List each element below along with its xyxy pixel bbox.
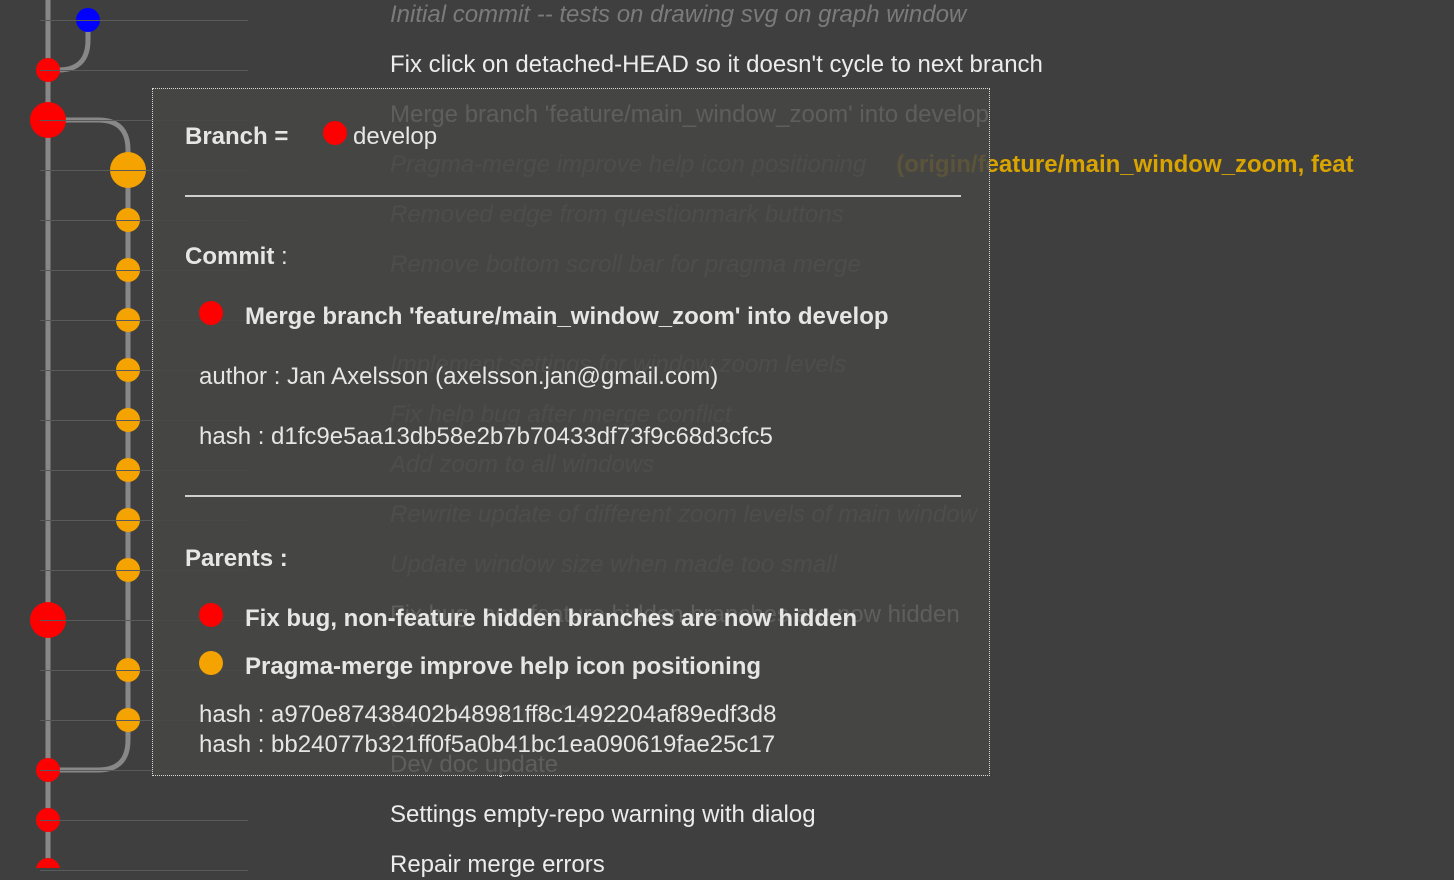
row-separator	[40, 820, 248, 821]
parent-1-hash: hash : a970e87438402b48981ff8c1492204af8…	[199, 701, 777, 728]
parent-2-hash: hash : bb24077b321ff0f5a0b41bc1ea090619f…	[199, 731, 776, 758]
branch-color-dot	[323, 121, 347, 145]
commit-author: author : Jan Axelsson (axelsson.jan@gmai…	[199, 363, 719, 390]
parents-label: Parents :	[185, 545, 288, 572]
commit-row-message: Fix click on detached-HEAD so it doesn't…	[390, 51, 1043, 78]
commit-node[interactable]	[36, 858, 60, 868]
parent-2-color-dot	[199, 651, 223, 675]
branch-label: Branch =	[185, 123, 289, 150]
parent-1-message: Fix bug, non-feature hidden branches are…	[245, 605, 858, 632]
commit-label: Commit	[185, 243, 275, 270]
commit-row[interactable]: Initial commit -- tests on drawing svg o…	[390, 0, 966, 30]
parent-2-message: Pragma-merge improve help icon positioni…	[245, 653, 762, 680]
commit-row[interactable]: Settings empty-repo warning with dialog	[390, 800, 816, 830]
branch-name: develop	[353, 123, 438, 150]
commit-tooltip: Branch = develop Commit : Merge branch '…	[152, 88, 990, 776]
feature-branch-edge	[48, 117, 131, 773]
separator	[185, 495, 961, 497]
commit-row-message: Settings empty-repo warning with dialog	[390, 801, 816, 828]
commit-row-message: Initial commit -- tests on drawing svg o…	[390, 1, 967, 28]
commit-color-dot	[199, 301, 223, 325]
commit-label-suffix: :	[274, 243, 288, 270]
row-separator	[40, 20, 248, 21]
separator	[185, 195, 961, 197]
commit-row[interactable]: Repair merge errors	[390, 850, 605, 880]
parent-1-color-dot	[199, 603, 223, 627]
commit-row-message: Repair merge errors	[390, 851, 605, 878]
row-separator	[40, 70, 248, 71]
commit-message: Merge branch 'feature/main_window_zoom' …	[245, 303, 889, 330]
row-separator	[40, 870, 248, 871]
commit-hash: hash : d1fc9e5aa13db58e2b7b70433df73f9c6…	[199, 423, 773, 450]
commit-heading: Commit :	[185, 243, 288, 271]
commit-row[interactable]: Fix click on detached-HEAD so it doesn't…	[390, 50, 1043, 80]
